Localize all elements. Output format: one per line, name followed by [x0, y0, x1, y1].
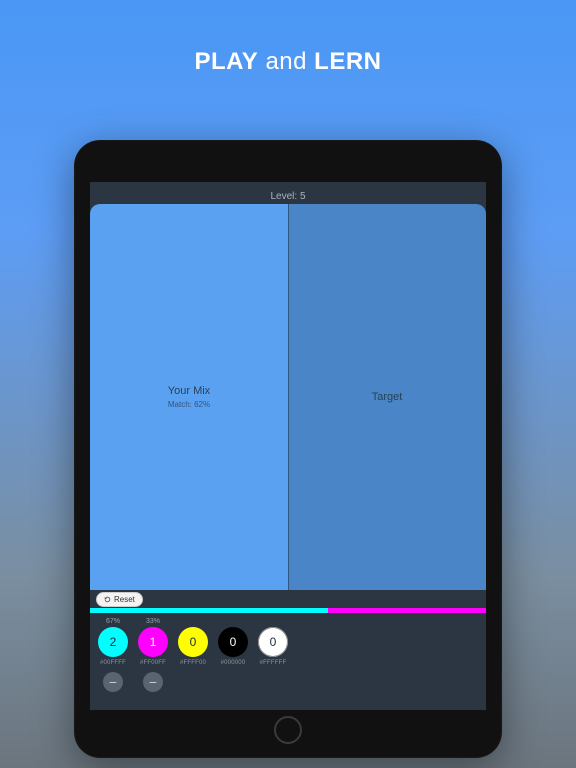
swatch-hex: #FF00FF: [140, 660, 166, 666]
swatch-minus-button[interactable]: −: [103, 672, 123, 692]
swatch-color-button[interactable]: 1: [138, 627, 168, 657]
swatch-color-button[interactable]: 2: [98, 627, 128, 657]
mix-stripe: [90, 608, 486, 613]
your-mix-panel: Your Mix Match: 62%: [90, 204, 288, 590]
swatch-hex: #00FFFF: [100, 660, 126, 666]
promo-background: PLAY and LERN Level: 5 Your Mix Match: 6…: [0, 0, 576, 768]
reset-button[interactable]: Reset: [96, 592, 143, 607]
level-bar: Level: 5: [90, 182, 486, 204]
reset-row: Reset: [90, 590, 486, 608]
swatch-hex: #FFFFFF: [260, 660, 287, 666]
reset-icon: [104, 596, 111, 603]
app-screen: Level: 5 Your Mix Match: 62% Target Rese…: [90, 182, 486, 710]
swatch-0: 67%2 #00FFFF −: [98, 618, 128, 710]
swatch-color-button[interactable]: 0: [218, 627, 248, 657]
palette: 67%2#00FFFF−33%1#FF00FF−0#FFFF000#000000…: [90, 613, 486, 710]
headline-word-2: LERN: [314, 48, 381, 75]
headline-mid: and: [258, 48, 314, 75]
swatch-hex: #000000: [221, 660, 246, 666]
color-panels: Your Mix Match: 62% Target: [90, 204, 486, 590]
target-title: Target: [372, 391, 403, 403]
headline-word-1: PLAY: [194, 48, 258, 75]
swatch-percent: 67%: [106, 618, 120, 627]
match-percent: Match: 62%: [168, 400, 210, 409]
swatch-4: 0 #FFFFFF: [258, 618, 288, 710]
swatch-2: 0 #FFFF00: [178, 618, 208, 710]
swatch-color-button[interactable]: 0: [258, 627, 288, 657]
your-mix-title: Your Mix: [168, 385, 210, 397]
panel-divider: [288, 204, 289, 590]
swatch-hex: #FFFF00: [180, 660, 206, 666]
level-label: Level: 5: [270, 191, 305, 202]
tablet-frame: Level: 5 Your Mix Match: 62% Target Rese…: [74, 140, 502, 758]
stripe-magenta: [328, 608, 486, 613]
home-button[interactable]: [274, 716, 302, 744]
swatch-minus-button[interactable]: −: [143, 672, 163, 692]
swatch-1: 33%1 #FF00FF −: [138, 618, 168, 710]
stripe-cyan: [90, 608, 328, 613]
swatch-percent: 33%: [146, 618, 160, 627]
swatch-color-button[interactable]: 0: [178, 627, 208, 657]
reset-label: Reset: [114, 595, 135, 604]
target-panel: Target: [288, 204, 486, 590]
swatch-3: 0 #000000: [218, 618, 248, 710]
headline: PLAY and LERN: [0, 48, 576, 76]
